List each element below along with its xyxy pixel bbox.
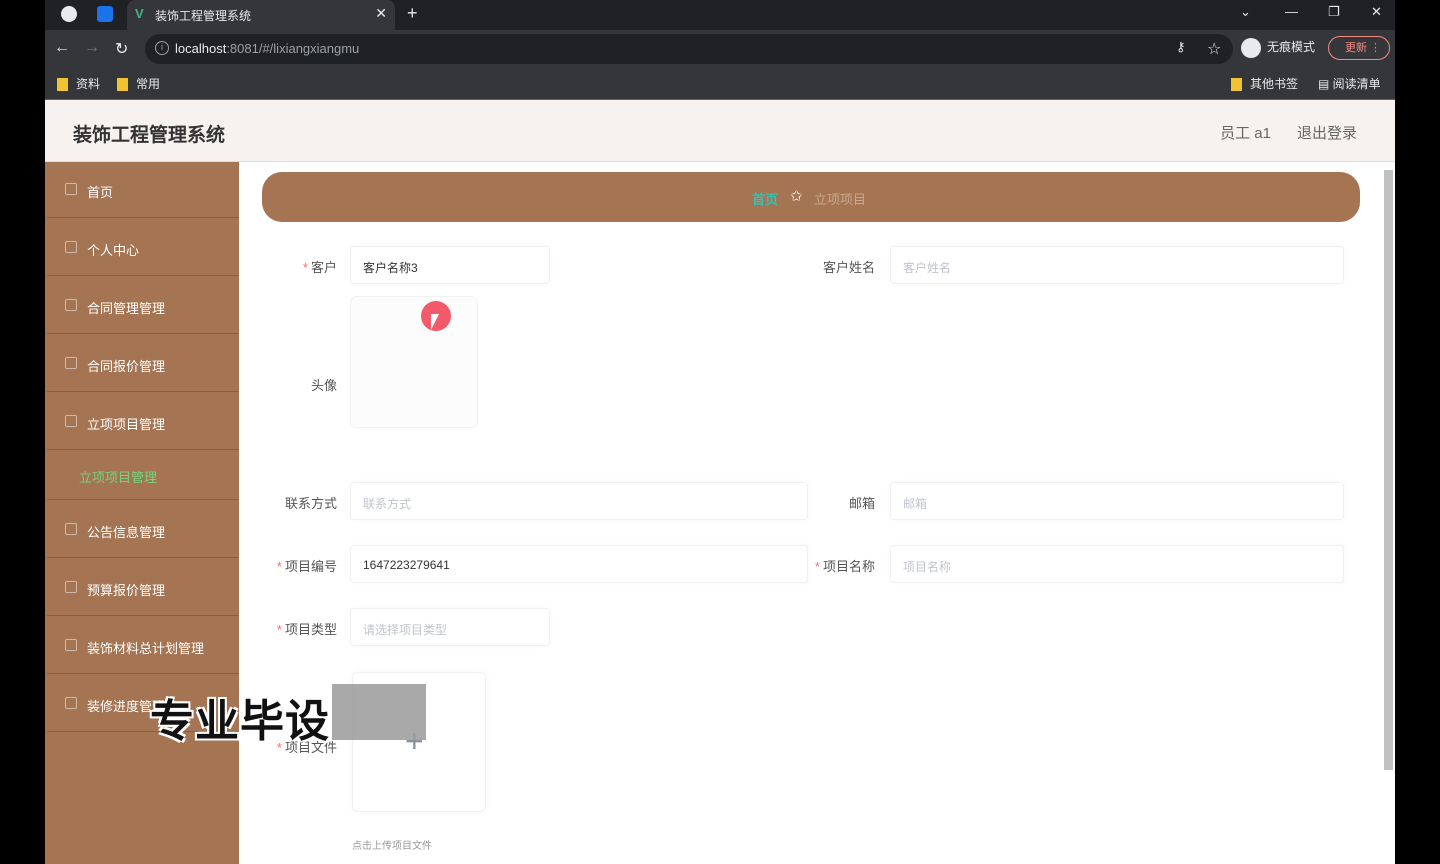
tab-title: 装饰工程管理系统 <box>155 9 252 23</box>
customer-select[interactable]: 客户名称3 <box>350 246 550 284</box>
home-icon <box>65 183 77 195</box>
minimize-icon[interactable]: — <box>1285 4 1298 19</box>
bookmark-star-icon[interactable]: ☆ <box>1207 39 1221 59</box>
bookmark-folder[interactable]: 常用 <box>117 75 160 92</box>
blurred-region <box>332 684 426 740</box>
folder-icon <box>117 78 128 92</box>
project-name-label: * 项目名称 <box>814 559 875 574</box>
customer-label: * 客户 <box>302 260 337 275</box>
project-type-label: * 项目类型 <box>276 622 337 637</box>
sidebar-item-project[interactable]: 立项项目管理 <box>47 394 239 450</box>
watermark-text: 专业毕设 <box>150 697 330 746</box>
sidebar-item-notice[interactable]: 公告信息管理 <box>47 502 239 558</box>
project-type-select[interactable]: 请选择项目类型 <box>350 608 550 646</box>
email-label: 邮箱 <box>848 496 875 511</box>
folder-icon <box>1231 78 1242 92</box>
grid-icon <box>65 697 77 709</box>
project-no-label: * 项目编号 <box>276 559 337 574</box>
reload-icon[interactable]: ↻ <box>115 39 128 59</box>
window-close-icon[interactable]: ✕ <box>1371 4 1382 20</box>
bookmarks-bar: 资料 常用 其他书签 ▤ 阅读清单 <box>45 68 1395 100</box>
incognito-icon <box>1241 38 1261 58</box>
close-icon[interactable]: ✕ <box>375 5 387 22</box>
sidebar: 首页 个人中心 合同管理管理 合同报价管理 立项项目管理 立项项目管理 公告信息… <box>45 162 239 864</box>
email-input[interactable]: 邮箱 <box>890 482 1344 520</box>
document-icon <box>65 357 77 369</box>
bell-icon <box>65 523 77 535</box>
current-user: 员工 a1 <box>1220 125 1271 142</box>
back-icon[interactable]: ← <box>54 39 70 57</box>
browser-menu-icon[interactable] <box>61 6 77 22</box>
breadcrumb-current: 立项项目 <box>814 192 867 207</box>
grid-icon <box>65 639 77 651</box>
folder-icon <box>65 415 77 427</box>
avatar <box>350 296 478 428</box>
incognito-indicator[interactable]: 无痕模式 <box>1241 38 1315 58</box>
reading-list-icon: ▤ <box>1318 77 1333 91</box>
update-button[interactable]: 更新 ⋮ <box>1328 36 1390 60</box>
customer-name-label: 客户姓名 <box>822 260 875 275</box>
extension-icon[interactable] <box>97 6 113 22</box>
star-icon: ✩ <box>790 188 803 205</box>
other-bookmarks[interactable]: 其他书签 <box>1231 75 1298 92</box>
address-bar[interactable]: i localhost:8081/#/lixiangxiangmu <box>145 34 1233 64</box>
document-icon <box>65 299 77 311</box>
restore-icon[interactable]: ❐ <box>1328 4 1340 20</box>
breadcrumb-home[interactable]: 首页 <box>752 189 778 208</box>
bookmark-folder[interactable]: 资料 <box>57 75 100 92</box>
logout-link[interactable]: 退出登录 <box>1297 122 1357 143</box>
sidebar-item-profile[interactable]: 个人中心 <box>47 220 239 276</box>
sidebar-item-contract-quote[interactable]: 合同报价管理 <box>47 336 239 392</box>
project-name-input[interactable]: 项目名称 <box>890 545 1344 583</box>
cursor-icon <box>431 314 439 330</box>
contact-input[interactable]: 联系方式 <box>350 482 808 520</box>
contact-label: 联系方式 <box>284 496 337 511</box>
new-tab-icon[interactable]: + <box>407 3 418 24</box>
app-window: 装饰工程管理系统 员工 a1 退出登录 首页 个人中心 合同管理管理 合同报价管… <box>45 100 1395 864</box>
vue-icon: V <box>135 6 144 21</box>
document-icon <box>65 581 77 593</box>
url-text: localhost:8081/#/lixiangxiangmu <box>175 41 360 56</box>
forward-icon[interactable]: → <box>84 39 100 57</box>
browser-tab[interactable]: V 装饰工程管理系统 ✕ <box>127 0 395 30</box>
sidebar-item-material[interactable]: 装饰材料总计划管理 <box>47 618 239 674</box>
info-icon[interactable]: i <box>155 41 169 55</box>
app-header: 装饰工程管理系统 员工 a1 退出登录 <box>45 100 1395 162</box>
page-title: 装饰工程管理系统 <box>73 125 226 146</box>
browser-toolbar: ← → ↻ i localhost:8081/#/lixiangxiangmu … <box>45 30 1395 68</box>
sidebar-subitem-project[interactable]: 立项项目管理 <box>47 452 239 500</box>
folder-icon <box>57 78 68 92</box>
reading-list[interactable]: ▤ 阅读清单 <box>1318 75 1381 92</box>
sidebar-item-home[interactable]: 首页 <box>47 162 239 218</box>
sidebar-item-contract[interactable]: 合同管理管理 <box>47 278 239 334</box>
avatar-label: 头像 <box>310 378 337 393</box>
upload-tip: 点击上传项目文件 <box>352 841 432 852</box>
tab-search-icon[interactable]: ⌄ <box>1240 4 1251 20</box>
project-no-input[interactable]: 1647223279641 <box>350 545 808 583</box>
breadcrumb: 首页 ✩ 立项项目 <box>262 172 1360 222</box>
user-icon <box>65 241 77 253</box>
customer-name-input[interactable]: 客户姓名 <box>890 246 1344 284</box>
key-icon[interactable]: ⚷ <box>1176 39 1186 55</box>
browser-tab-bar: V 装饰工程管理系统 ✕ + ⌄ — ❐ ✕ <box>45 0 1395 30</box>
sidebar-item-budget[interactable]: 预算报价管理 <box>47 560 239 616</box>
scrollbar[interactable] <box>1384 170 1393 770</box>
